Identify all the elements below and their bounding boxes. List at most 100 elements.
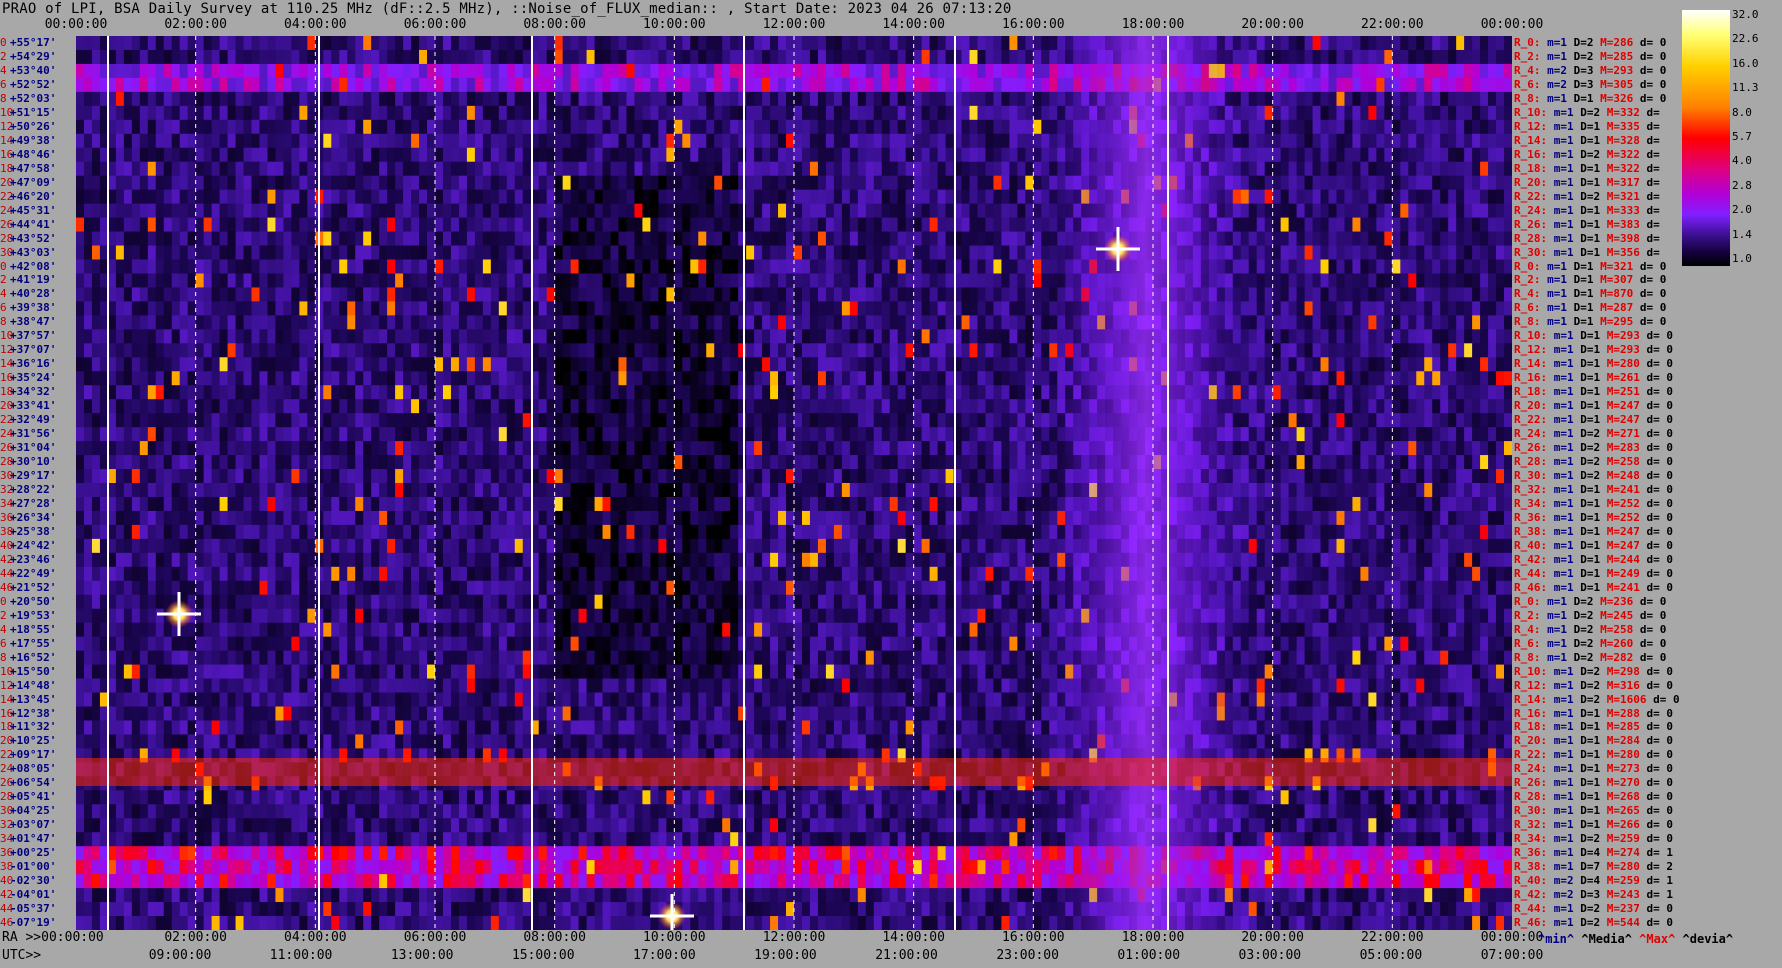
heatmap-cell	[482, 287, 492, 302]
heatmap-cell	[881, 133, 891, 149]
heatmap-cell	[299, 49, 308, 65]
heatmap-cell	[323, 217, 332, 232]
heatmap-cell	[993, 161, 1002, 177]
heatmap-cell	[809, 231, 819, 246]
heatmap-cell	[873, 301, 883, 316]
heatmap-cell	[1440, 231, 1449, 246]
heatmap-cell	[251, 385, 260, 400]
heatmap-cell	[1440, 357, 1449, 372]
heatmap-cell	[227, 385, 236, 400]
heatmap-cell	[76, 315, 85, 330]
heatmap-cell	[243, 147, 252, 163]
heatmap-cell	[602, 231, 611, 246]
heatmap-cell	[546, 49, 556, 65]
heatmap-cell	[1360, 203, 1369, 218]
heatmap-cell	[442, 147, 452, 163]
heatmap-cell	[76, 147, 85, 163]
heatmap-cell	[1288, 245, 1297, 260]
heatmap-cell	[570, 36, 579, 51]
heatmap-cell	[307, 385, 316, 400]
heatmap-cell	[985, 77, 994, 93]
heatmap-cell	[275, 189, 284, 205]
heatmap-cell	[1320, 259, 1329, 274]
heatmap-cell	[546, 119, 556, 135]
heatmap-cell	[474, 161, 484, 177]
heatmap-cell	[969, 147, 978, 163]
heatmap-cell	[690, 231, 699, 246]
heatmap-cell	[187, 287, 197, 302]
heatmap-cell	[155, 63, 165, 79]
heatmap-cell	[1033, 63, 1042, 79]
heatmap-cell	[1488, 371, 1497, 386]
heatmap-cell	[849, 175, 859, 191]
heatmap-cell	[865, 77, 875, 93]
heatmap-cell	[76, 161, 85, 177]
heatmap-cell	[921, 133, 931, 149]
heatmap-cell	[881, 245, 891, 260]
heatmap-cell	[570, 147, 579, 163]
heatmap-cell	[801, 175, 811, 191]
heatmap-cell	[873, 49, 883, 65]
heatmap-cell	[1432, 189, 1441, 205]
heatmap-cell	[1440, 36, 1449, 51]
heatmap-cell	[267, 315, 276, 330]
heatmap-cell	[929, 217, 938, 232]
heatmap-cell	[474, 315, 484, 330]
heatmap-cell	[466, 77, 476, 93]
heatmap-cell	[1336, 329, 1345, 344]
heatmap-cell	[299, 133, 308, 149]
chart-title: PRAO of LPI, BSA Daily Survey at 110.25 …	[2, 1, 1012, 17]
heatmap-cell	[179, 315, 189, 330]
heatmap-cell	[1336, 231, 1345, 246]
heatmap-cell	[1304, 63, 1313, 79]
heatmap-cell	[387, 49, 396, 65]
heatmap-cell	[490, 63, 500, 79]
heatmap-cell	[1017, 91, 1026, 107]
heatmap-cell	[817, 189, 827, 205]
heatmap-cell	[929, 175, 938, 191]
heatmap-cell	[786, 133, 795, 149]
heatmap-cell	[626, 273, 635, 288]
heatmap-cell	[650, 385, 659, 400]
heatmap-cell	[251, 63, 260, 79]
heatmap-cell	[155, 189, 165, 205]
heatmap-cell	[794, 63, 803, 79]
heatmap-cell	[546, 217, 556, 232]
heatmap-cell	[179, 147, 189, 163]
declination-index: 14	[0, 692, 14, 706]
heatmap-cell	[363, 231, 372, 246]
declination-label: +09°17'	[10, 748, 57, 762]
heatmap-cell	[347, 315, 356, 330]
heatmap-cell	[1472, 245, 1481, 260]
heatmap-cell	[1464, 315, 1473, 330]
heatmap-cell	[514, 147, 524, 163]
heatmap-cell	[849, 105, 859, 121]
heatmap-cell	[1001, 287, 1010, 302]
heatmap-cell	[993, 301, 1002, 316]
heatmap-cell	[211, 231, 220, 246]
heatmap-cell	[387, 91, 396, 107]
heatmap-cell	[1009, 357, 1018, 372]
declination-label: +38°47'	[10, 315, 57, 329]
heatmap-cell	[905, 133, 915, 149]
heatmap-cell	[83, 189, 93, 205]
heatmap-cell	[1352, 63, 1361, 79]
heatmap-cell	[642, 133, 651, 149]
heatmap-cell	[985, 203, 994, 218]
heatmap-cell	[969, 91, 978, 107]
heatmap-cell	[1400, 175, 1409, 191]
heatmap-cell	[929, 273, 938, 288]
heatmap-cell	[1304, 49, 1313, 65]
heatmap-cell	[203, 259, 213, 274]
heatmap-cell	[849, 161, 859, 177]
heatmap-cell	[1496, 119, 1505, 135]
heatmap-cell	[698, 357, 707, 372]
heatmap-cell	[1033, 105, 1042, 121]
heatmap-cell	[825, 105, 835, 121]
heatmap-cell	[857, 189, 867, 205]
heatmap-cell	[1328, 133, 1337, 149]
heatmap-cell	[355, 301, 364, 316]
heatmap-cell	[809, 119, 819, 135]
heatmap-cell	[395, 329, 404, 344]
heatmap-cell	[211, 259, 220, 274]
